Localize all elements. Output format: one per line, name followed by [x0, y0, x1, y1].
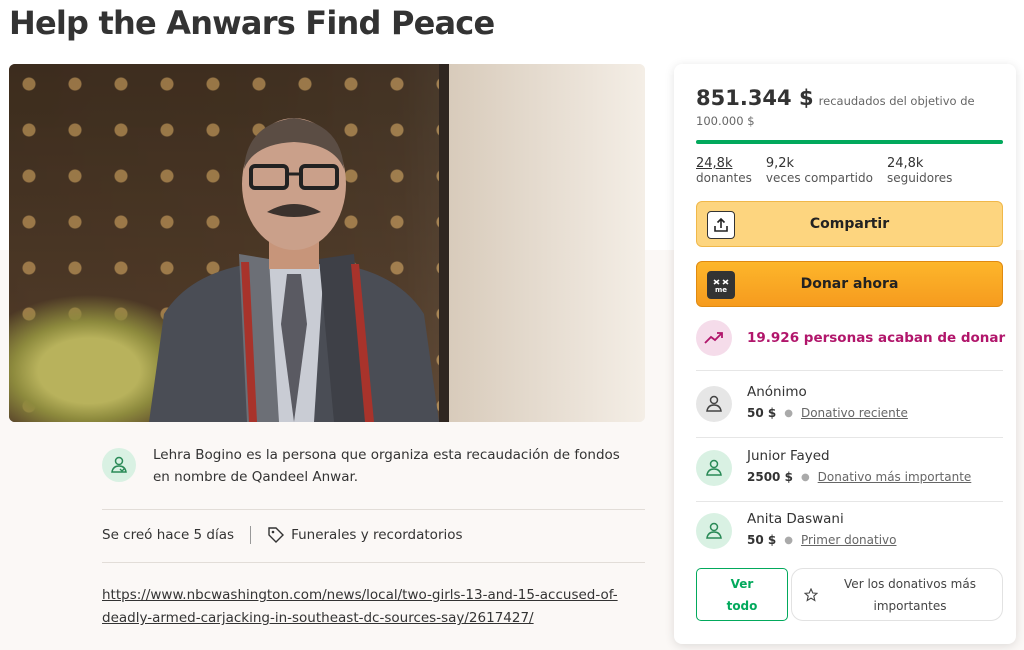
- donor-row: Junior Fayed 2500 $ ● Donativo más impor…: [696, 444, 1003, 498]
- campaign-meta: Se creó hace 5 días Funerales y recordat…: [102, 526, 463, 544]
- donor-row: Anónimo 50 $ ● Donativo reciente: [696, 380, 1003, 434]
- photo-background-wall: [439, 64, 645, 422]
- progress-fill: [696, 140, 1003, 144]
- trending-up-icon: [696, 320, 732, 356]
- donor-details: 50 $ ● Donativo reciente: [747, 406, 908, 420]
- donor-avatar: [696, 513, 732, 549]
- photo-man-figure: [149, 118, 439, 422]
- donor-details: 50 $ ● Primer donativo: [747, 533, 896, 547]
- separator-dot: ●: [800, 471, 810, 483]
- organizer-description: Lehra Bogino es la persona que organiza …: [153, 447, 620, 485]
- tag-icon: [267, 526, 285, 544]
- donor-tag-link[interactable]: Donativo reciente: [801, 406, 908, 420]
- stat-followers: 24,8k seguidores: [887, 156, 952, 186]
- stat-label: donantes: [696, 171, 752, 185]
- donor-row: Anita Daswani 50 $ ● Primer donativo: [696, 507, 1003, 561]
- donor-avatar: [696, 386, 732, 422]
- see-all-button[interactable]: Ver todo: [696, 568, 788, 621]
- donor-details: 2500 $ ● Donativo más importante: [747, 470, 971, 484]
- created-date: Se creó hace 5 días: [102, 527, 235, 543]
- donor-name: Anónimo: [747, 384, 807, 400]
- donate-button[interactable]: me Donar ahora: [696, 261, 1003, 307]
- organizer-avatar: [102, 448, 136, 482]
- donation-panel: 851.344 $ recaudados del objetivo de 100…: [674, 64, 1016, 644]
- stat-shares: 9,2k veces compartido: [766, 156, 873, 186]
- category-link[interactable]: Funerales y recordatorios: [291, 527, 462, 543]
- divider: [102, 562, 645, 563]
- stat-label: seguidores: [886, 171, 953, 185]
- see-top-donations-button[interactable]: Ver los donativos más importantes: [791, 568, 1003, 621]
- donor-name: Anita Daswani: [747, 511, 844, 527]
- stat-number: 9,2k: [765, 156, 795, 171]
- campaign-photo: [9, 64, 645, 422]
- donor-amount: 50 $: [747, 533, 777, 547]
- share-upload-icon: [707, 211, 735, 239]
- stat-donors[interactable]: 24,8k donantes: [696, 156, 752, 186]
- meta-separator: [250, 526, 252, 544]
- amount-raised: 851.344 $ recaudados del objetivo de 100…: [696, 86, 996, 129]
- donate-label: Donar ahora: [800, 276, 899, 292]
- stat-label: veces compartido: [765, 171, 873, 185]
- divider: [696, 437, 1003, 438]
- stat-number: 24,8k: [696, 156, 733, 171]
- donor-heart-hand-icon: [706, 395, 722, 412]
- see-top-label: Ver los donativos más importantes: [844, 576, 976, 613]
- donor-tag-link[interactable]: Donativo más importante: [818, 470, 972, 484]
- donor-amount: 2500 $: [747, 470, 793, 484]
- donor-name: Junior Fayed: [747, 448, 830, 464]
- see-all-label: Ver todo: [726, 576, 758, 613]
- donor-tag-link[interactable]: Primer donativo: [801, 533, 897, 547]
- separator-dot: ●: [784, 534, 793, 546]
- donor-avatar: [696, 450, 732, 486]
- divider: [102, 509, 645, 510]
- stat-number: 24,8k: [886, 156, 924, 171]
- gofundme-me-icon: me: [707, 271, 735, 299]
- donor-heart-hand-icon: [706, 522, 722, 539]
- progress-bar: [696, 140, 1003, 144]
- divider: [696, 370, 1003, 371]
- separator-dot: ●: [784, 407, 793, 419]
- share-button[interactable]: Compartir: [696, 201, 1003, 247]
- donor-amount: 50 $: [747, 406, 777, 420]
- recent-donations: 19.926 personas acaban de donar: [696, 320, 1005, 356]
- stats-row: 24,8k donantes 9,2k veces compartido 24,…: [696, 156, 952, 186]
- donor-heart-hand-icon: [706, 459, 722, 476]
- news-link[interactable]: https://www.nbcwashington.com/news/local…: [102, 584, 652, 630]
- raised-amount: 851.344 $: [696, 86, 814, 110]
- svg-text:me: me: [715, 286, 727, 294]
- donor-heart-hand-icon: [111, 456, 127, 473]
- divider: [696, 501, 1003, 502]
- recent-donations-text: 19.926 personas acaban de donar: [747, 330, 1006, 346]
- star-icon: [803, 587, 819, 609]
- share-label: Compartir: [809, 216, 890, 232]
- page-title: Help the Anwars Find Peace: [9, 4, 495, 42]
